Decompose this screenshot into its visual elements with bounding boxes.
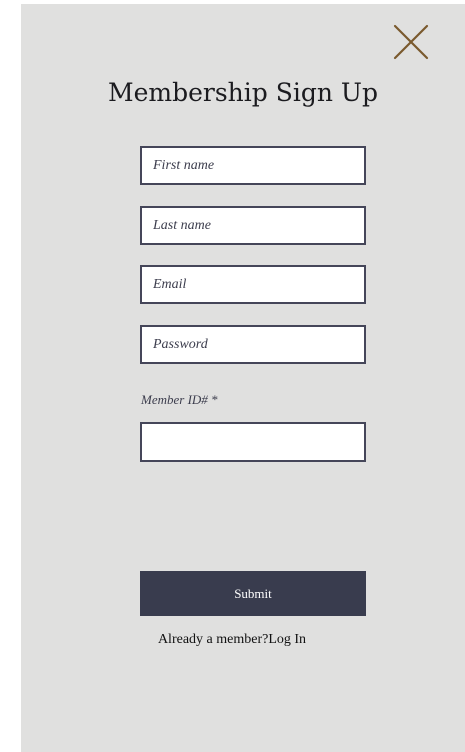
member-id-input[interactable] bbox=[140, 422, 366, 462]
login-prompt: Already a member?Log In bbox=[0, 632, 464, 648]
submit-button[interactable]: Submit bbox=[140, 571, 366, 616]
first-name-input[interactable] bbox=[140, 146, 366, 185]
member-id-label: Member ID# * bbox=[141, 392, 218, 407]
last-name-input[interactable] bbox=[140, 206, 366, 245]
close-button[interactable] bbox=[391, 22, 431, 62]
login-link[interactable]: Log In bbox=[268, 632, 306, 647]
already-member-text: Already a member? bbox=[157, 632, 269, 647]
password-input[interactable] bbox=[140, 325, 366, 364]
email-input[interactable] bbox=[140, 265, 366, 304]
close-icon bbox=[393, 24, 429, 60]
page-title: Membership Sign Up bbox=[108, 78, 378, 107]
